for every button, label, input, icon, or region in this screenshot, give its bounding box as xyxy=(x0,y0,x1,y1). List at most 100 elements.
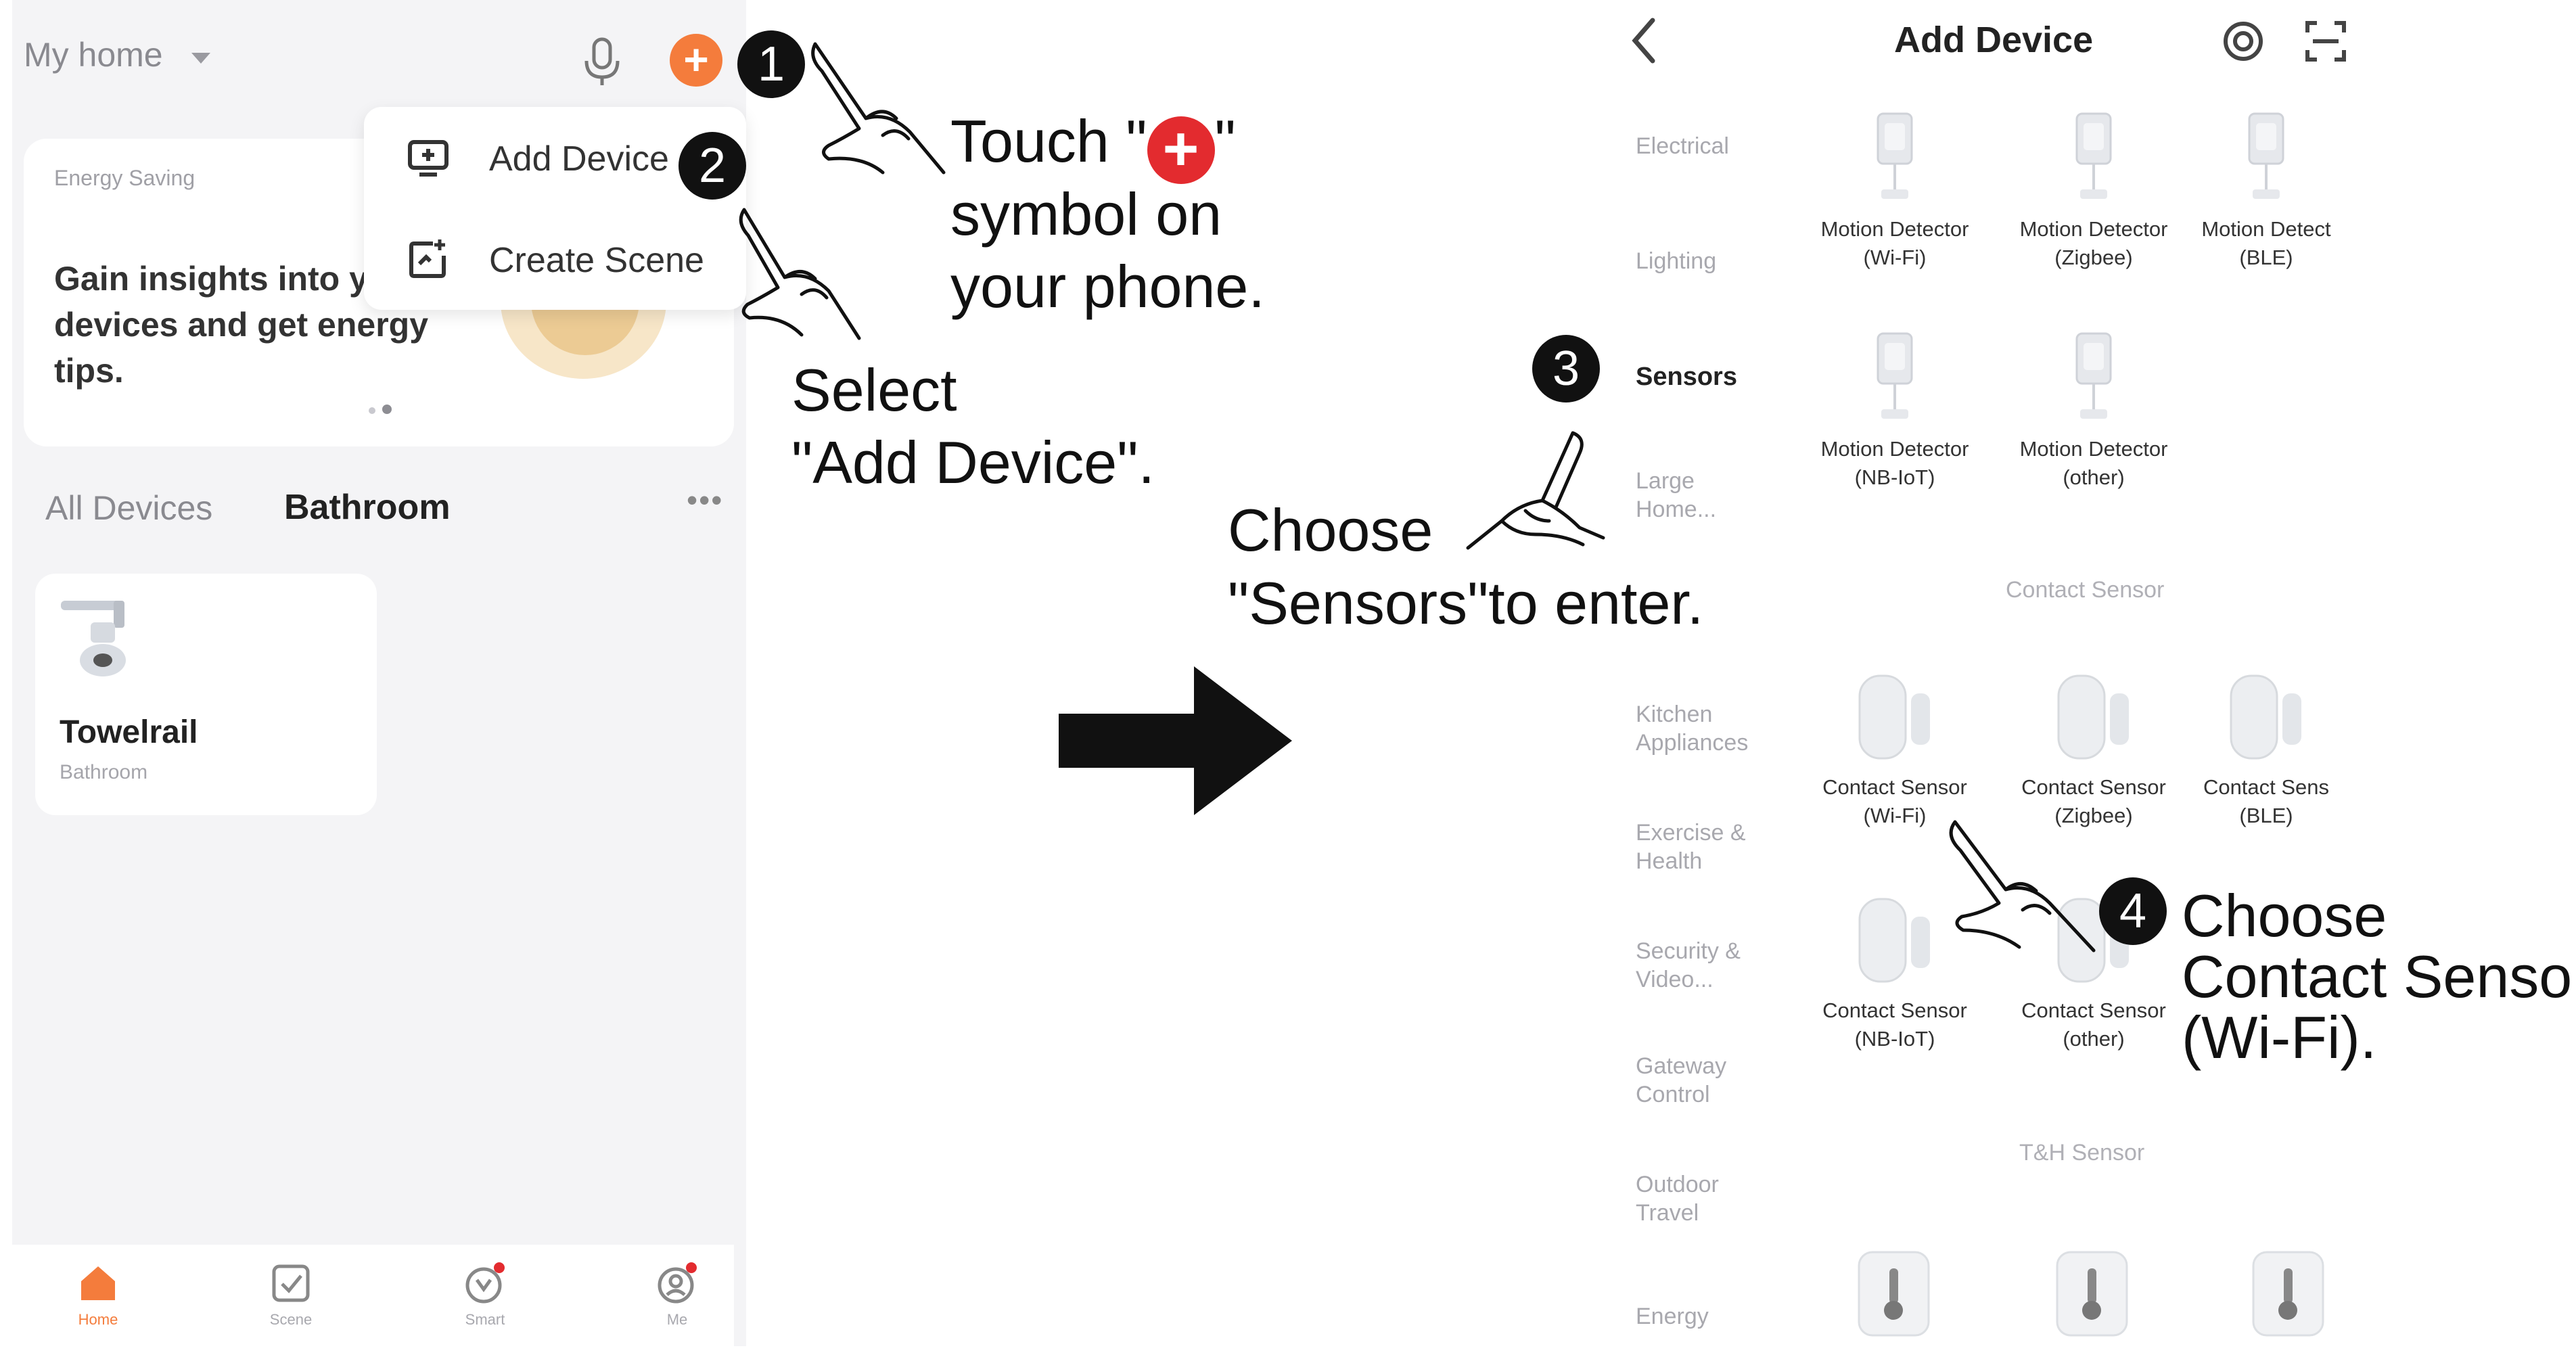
product-motion-wifi[interactable]: Motion Detector (Wi-Fi) xyxy=(1797,108,1993,272)
step-3-badge: 3 xyxy=(1532,335,1600,402)
section-contact-sensor: Contact Sensor xyxy=(2006,577,2165,603)
category-energy[interactable]: Energy xyxy=(1636,1302,1778,1331)
page-title: Add Device xyxy=(1894,20,2094,60)
product-variant: (Wi-Fi) xyxy=(1863,246,1927,269)
step-1-line2: symbol on xyxy=(950,181,1222,248)
step-1-text-post: " xyxy=(1214,108,1236,175)
contact-sensor-icon xyxy=(2057,674,2129,760)
scan-icon[interactable] xyxy=(2303,19,2348,64)
motion-detector-icon xyxy=(2075,332,2112,419)
nav-label-me: Me xyxy=(666,1311,688,1328)
home-icon xyxy=(81,1266,115,1300)
more-options-icon[interactable]: ••• xyxy=(687,482,723,518)
product-contact-wifi[interactable]: Contact Sensor (Wi-Fi) xyxy=(1797,666,1993,830)
product-variant: (other) xyxy=(2063,465,2125,489)
product-variant: (other) xyxy=(2063,1027,2125,1051)
smart-icon xyxy=(465,1262,505,1304)
step-2-badge: 2 xyxy=(678,132,746,200)
home-selector[interactable]: My home xyxy=(24,35,163,74)
towelrail-device-icon xyxy=(61,601,126,676)
nav-label-smart: Smart xyxy=(465,1311,505,1328)
product-motion-nbiot[interactable]: Motion Detector (NB-IoT) xyxy=(1797,328,1993,492)
product-name: Contact Sens xyxy=(2203,775,2330,799)
next-arrow-icon xyxy=(1059,666,1292,815)
category-kitchen[interactable]: Kitchen Appliances xyxy=(1636,700,1778,757)
nav-scene[interactable]: Scene xyxy=(240,1260,342,1329)
step-2-line1: Select xyxy=(791,356,957,423)
step-3-line1: Choose xyxy=(1228,497,1433,564)
device-room: Bathroom xyxy=(60,761,148,783)
nav-home[interactable]: Home xyxy=(47,1260,149,1329)
motion-detector-icon xyxy=(2075,112,2112,199)
step-3-line2: "Sensors"to enter. xyxy=(1228,570,1704,637)
thermometer-icon[interactable] xyxy=(2249,1248,2327,1339)
contact-sensor-icon xyxy=(1858,898,1930,983)
category-electrical[interactable]: Electrical xyxy=(1636,132,1778,160)
nav-label-scene: Scene xyxy=(269,1311,313,1328)
product-name: Contact Sensor xyxy=(2021,775,2166,799)
step-1-text: Touch " + " xyxy=(950,105,1236,184)
microphone-icon[interactable] xyxy=(578,35,626,88)
category-outdoor[interactable]: Outdoor Travel xyxy=(1636,1170,1778,1227)
product-variant: (Zigbee) xyxy=(2054,246,2133,269)
menu-label-create-scene: Create Scene xyxy=(489,241,704,280)
pointing-hand-icon xyxy=(1949,820,2096,952)
product-name: Motion Detector xyxy=(2019,217,2168,241)
section-th-sensor: T&H Sensor xyxy=(2019,1140,2145,1166)
step-4-line3: (Wi-Fi). xyxy=(2182,1004,2377,1071)
product-name: Motion Detect xyxy=(2201,217,2331,241)
motion-detector-icon xyxy=(1877,332,1913,419)
menu-label-add-device: Add Device xyxy=(489,139,669,179)
nav-label-home: Home xyxy=(78,1311,118,1328)
category-security[interactable]: Security & Video... xyxy=(1636,937,1778,994)
step-1-badge: 1 xyxy=(737,30,805,98)
contact-sensor-icon xyxy=(2230,674,2301,760)
device-name: Towelrail xyxy=(60,714,198,750)
product-variant: (BLE) xyxy=(2239,246,2293,269)
motion-detector-icon xyxy=(2248,112,2284,199)
target-icon[interactable] xyxy=(2221,19,2266,64)
step-1-line3: your phone. xyxy=(950,253,1265,320)
product-contact-ble[interactable]: Contact Sens (BLE) xyxy=(2185,666,2347,830)
pointing-hand-icon xyxy=(739,208,861,340)
tab-all-devices[interactable]: All Devices xyxy=(45,488,212,528)
nav-me[interactable]: Me xyxy=(626,1260,728,1329)
menu-item-create-scene[interactable]: Create Scene xyxy=(364,208,746,310)
pointing-hand-icon xyxy=(811,42,946,175)
nav-smart[interactable]: Smart xyxy=(434,1260,536,1329)
category-sensors[interactable]: Sensors xyxy=(1636,363,1778,391)
product-motion-other[interactable]: Motion Detector (other) xyxy=(1996,328,2192,492)
tab-bathroom[interactable]: Bathroom xyxy=(284,487,451,528)
category-exercise[interactable]: Exercise & Health xyxy=(1636,819,1778,875)
chevron-down-icon[interactable] xyxy=(191,53,210,64)
red-plus-icon: + xyxy=(1147,116,1215,184)
create-scene-icon xyxy=(409,239,446,278)
category-lighting[interactable]: Lighting xyxy=(1636,247,1778,275)
product-variant: (NB-IoT) xyxy=(1854,1027,1935,1051)
product-name: Contact Sensor xyxy=(1822,998,1967,1022)
product-variant: (NB-IoT) xyxy=(1854,465,1935,489)
product-name: Motion Detector xyxy=(1820,437,1969,461)
product-name: Contact Sensor xyxy=(1822,775,1967,799)
category-gateway[interactable]: Gateway Control xyxy=(1636,1052,1778,1109)
step-4-badge: 4 xyxy=(2099,877,2167,945)
step-1-text-pre: Touch " xyxy=(950,108,1147,175)
product-motion-zigbee[interactable]: Motion Detector (Zigbee) xyxy=(1996,108,2192,272)
add-menu-dropdown: Add Device Create Scene xyxy=(364,107,746,310)
pointing-hand-icon xyxy=(1466,431,1605,550)
category-large-home[interactable]: Large Home... xyxy=(1636,467,1778,524)
product-motion-ble[interactable]: Motion Detect (BLE) xyxy=(2185,108,2347,272)
back-arrow-icon[interactable] xyxy=(1627,14,1661,68)
scene-icon xyxy=(272,1264,310,1302)
add-device-icon xyxy=(408,140,448,177)
energy-card-label: Energy Saving xyxy=(54,166,196,190)
product-name: Motion Detector xyxy=(2019,437,2168,461)
carousel-dots xyxy=(369,405,398,417)
product-name: Contact Sensor xyxy=(2021,998,2166,1022)
product-name: Motion Detector xyxy=(1820,217,1969,241)
motion-detector-icon xyxy=(1877,112,1913,199)
product-contact-zigbee[interactable]: Contact Sensor (Zigbee) xyxy=(1996,666,2192,830)
thermometer-icon[interactable] xyxy=(1855,1248,1933,1339)
add-plus-button[interactable]: + xyxy=(670,34,722,87)
thermometer-icon[interactable] xyxy=(2053,1248,2131,1339)
